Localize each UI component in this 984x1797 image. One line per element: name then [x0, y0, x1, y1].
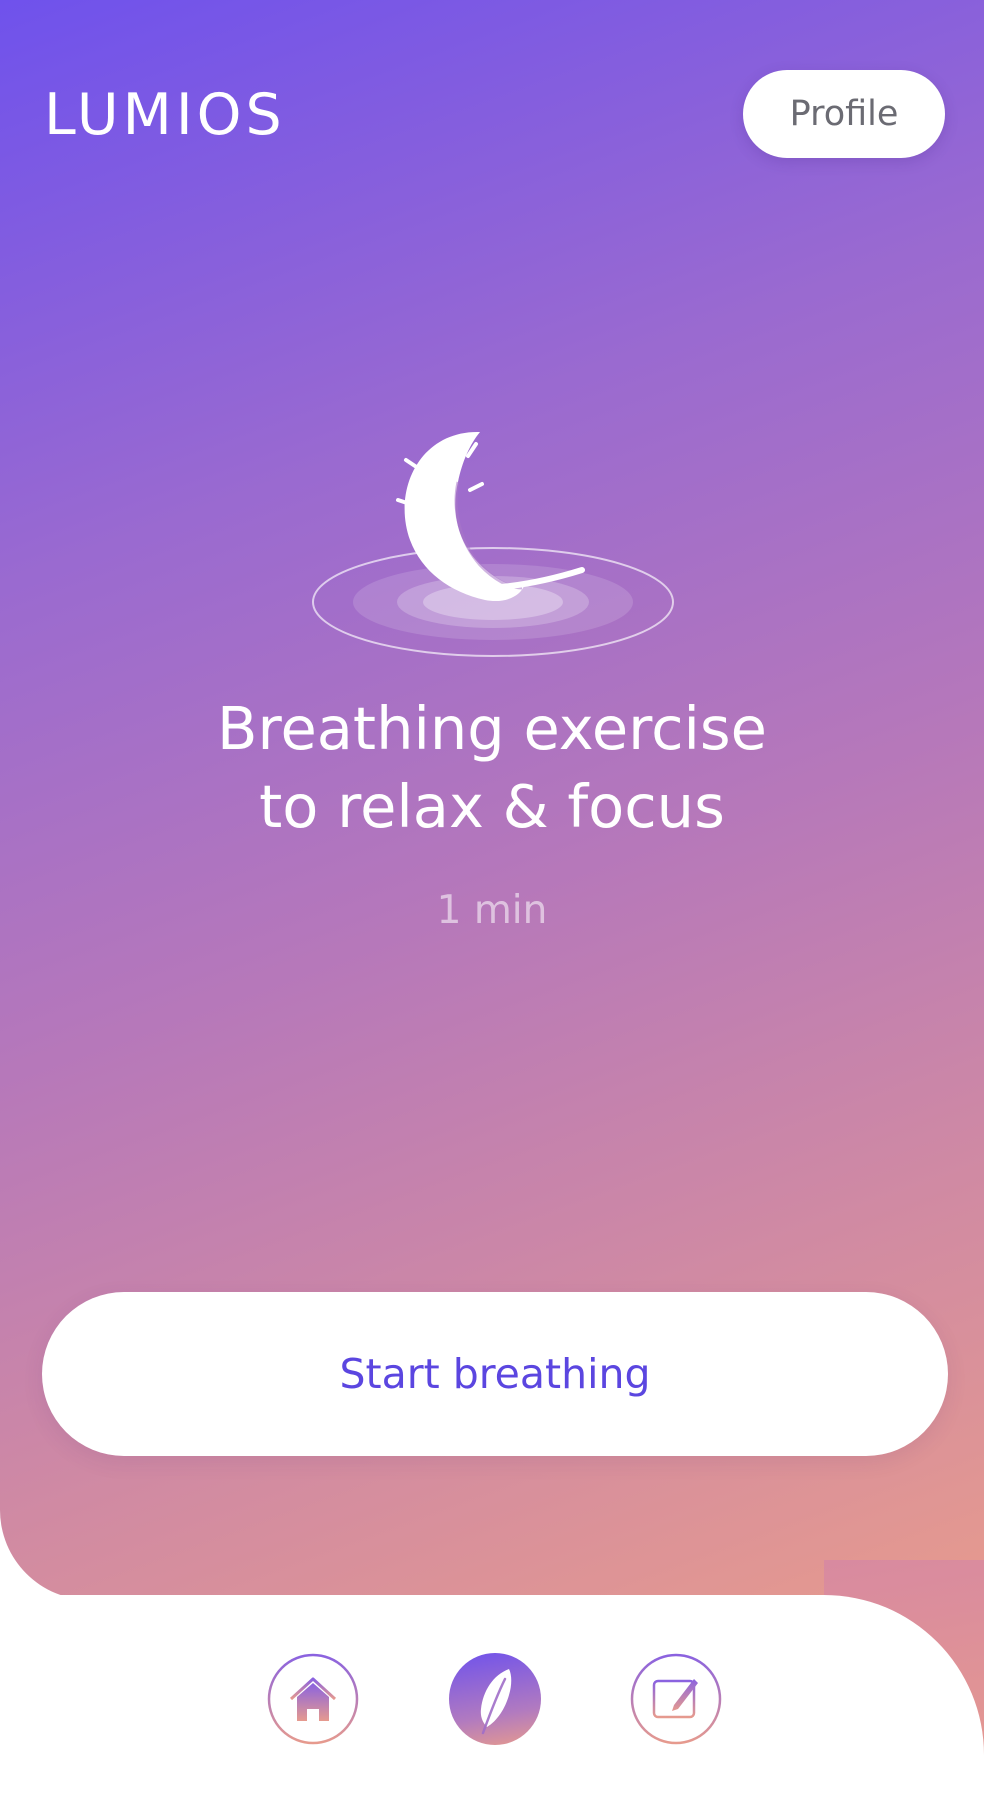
- journal-icon: [652, 1679, 698, 1723]
- feather-icon: [480, 1669, 512, 1735]
- exercise-title: Breathing exercise to relax & focus: [0, 690, 984, 846]
- nav-ring: [267, 1653, 359, 1745]
- app-logo: LUMIOS: [44, 82, 286, 148]
- exercise-title-line2: to relax & focus: [259, 772, 725, 841]
- nav-ring: [630, 1653, 722, 1745]
- nav-home[interactable]: [267, 1653, 359, 1745]
- nav-breathe[interactable]: [449, 1653, 541, 1745]
- exercise-duration: 1 min: [436, 888, 548, 933]
- feather-on-water-icon: [312, 431, 674, 657]
- breathing-screen: LUMIOS Profile Breathing exercise to rel…: [0, 0, 984, 1797]
- nav-journal[interactable]: [630, 1653, 722, 1745]
- profile-button[interactable]: Profile: [743, 70, 945, 158]
- exercise-title-line1: Breathing exercise: [217, 694, 767, 763]
- home-icon: [289, 1677, 337, 1721]
- start-breathing-button[interactable]: Start breathing: [42, 1292, 948, 1456]
